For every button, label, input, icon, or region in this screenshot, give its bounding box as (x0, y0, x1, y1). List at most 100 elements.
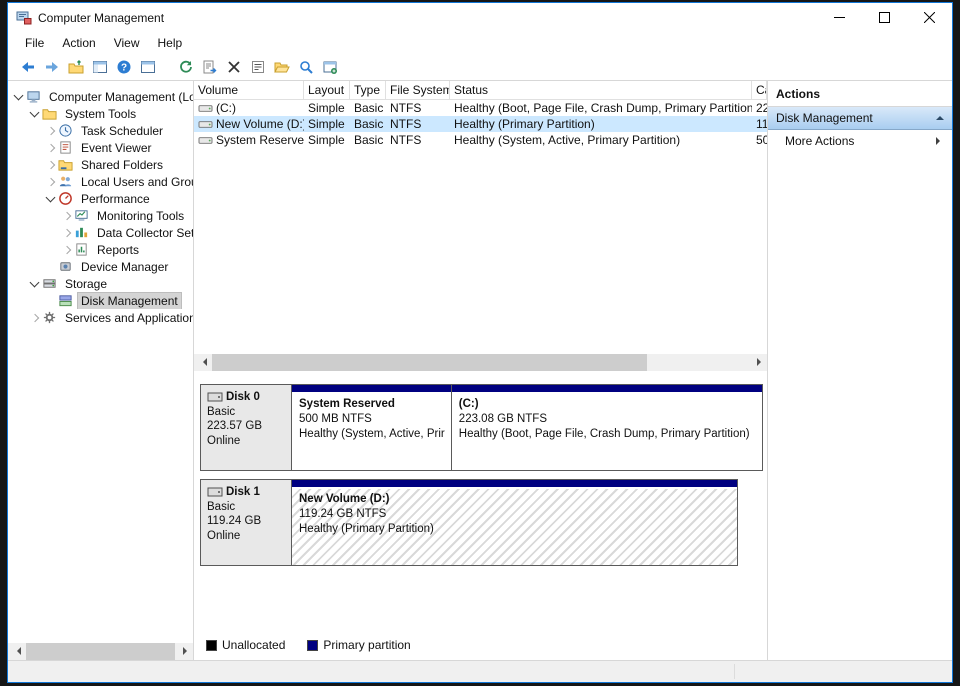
partition-block[interactable]: (C:) 223.08 GB NTFS Healthy (Boot, Page … (451, 385, 762, 470)
volume-cell: Healthy (System, Active, Primary Partiti… (454, 133, 681, 147)
expand-chevron-icon[interactable] (44, 157, 58, 173)
help-icon[interactable]: ? (112, 55, 136, 79)
expand-chevron-icon[interactable] (44, 123, 58, 139)
volume-row[interactable]: New Volume (D:) Simple Basic NTFS Healthy (P… (194, 116, 767, 132)
delete-icon[interactable] (222, 55, 246, 79)
tree-item[interactable]: Computer Management (Local (8, 88, 193, 105)
actions-pane: Actions Disk Management More Actions (768, 81, 952, 660)
tree-item[interactable]: Performance (8, 190, 193, 207)
back-icon[interactable] (16, 55, 40, 79)
scroll-right-icon[interactable] (750, 354, 767, 371)
more-actions-item[interactable]: More Actions (768, 130, 952, 152)
tree-item-label: Shared Folders (81, 157, 164, 172)
expand-chevron-icon[interactable] (28, 106, 42, 122)
volume-list-horizontal-scrollbar[interactable] (194, 354, 767, 371)
volume-drive-icon (198, 118, 213, 131)
expand-chevron-icon[interactable] (44, 191, 58, 207)
volume-row[interactable]: System Reserved Simple Basic NTFS Healthy (S… (194, 132, 767, 148)
tree-item-label: Disk Management (77, 292, 182, 309)
tree-item[interactable]: System Tools (8, 105, 193, 122)
column-header-status[interactable]: Status (450, 81, 752, 99)
scroll-left-icon[interactable] (194, 354, 211, 371)
tree-item-label: Data Collector Sets (97, 225, 193, 240)
expand-chevron-icon[interactable] (60, 208, 74, 224)
collapse-icon[interactable] (936, 112, 944, 120)
column-header-type[interactable]: Type (350, 81, 386, 99)
expand-chevron-icon[interactable] (28, 310, 42, 326)
tree-item[interactable]: Local Users and Groups (8, 173, 193, 190)
tree-item[interactable]: Services and Applications (8, 309, 193, 326)
tree-item[interactable]: Disk Management (8, 292, 193, 309)
tree-item[interactable]: Device Manager (8, 258, 193, 275)
legend-swatch (307, 639, 319, 651)
legend-label: Primary partition (323, 638, 411, 652)
export-list-icon[interactable] (198, 55, 222, 79)
tree-item[interactable]: Shared Folders (8, 156, 193, 173)
column-header-file-system[interactable]: File System (386, 81, 450, 99)
scrollbar-thumb[interactable] (26, 643, 175, 660)
expand-chevron-icon[interactable] (28, 276, 42, 292)
menu-action[interactable]: Action (53, 33, 104, 53)
find-icon[interactable] (294, 55, 318, 79)
refresh-icon[interactable] (174, 55, 198, 79)
menu-file[interactable]: File (16, 33, 53, 53)
partition-block[interactable]: System Reserved 500 MB NTFS Healthy (Sys… (292, 385, 452, 470)
column-header-volume[interactable]: Volume (194, 81, 304, 99)
volume-name-cell: New Volume (D:) (194, 117, 304, 131)
volume-cell: 11 (756, 117, 767, 131)
console-tree-pane: Computer Management (Local System Tools … (8, 81, 194, 660)
show-console-tree-icon[interactable] (88, 55, 112, 79)
open-folder-icon[interactable] (270, 55, 294, 79)
volume-cell: Healthy (Primary Partition) (454, 117, 595, 131)
expand-chevron-icon[interactable] (44, 174, 58, 190)
column-header-layout[interactable]: Layout (304, 81, 350, 99)
properties-icon[interactable] (246, 55, 270, 79)
menu-view[interactable]: View (105, 33, 149, 53)
disk-info-box[interactable]: Disk 1 Basic 119.24 GB Online (200, 479, 292, 566)
actions-disk-management-header[interactable]: Disk Management (768, 107, 952, 130)
window-title: Computer Management (38, 10, 165, 25)
tree-item[interactable]: Task Scheduler (8, 122, 193, 139)
expand-chevron-icon[interactable] (60, 242, 74, 258)
disk-info-box[interactable]: Disk 0 Basic 223.57 GB Online (200, 384, 292, 471)
disk-row: Disk 0 Basic 223.57 GB Online System Res… (200, 384, 763, 471)
volume-row[interactable]: (C:) Simple Basic NTFS Healthy (Boot, Page F… (194, 100, 767, 116)
graphical-view: Disk 0 Basic 223.57 GB Online System Res… (194, 371, 767, 660)
help-topics-icon[interactable] (318, 55, 342, 79)
expand-chevron-icon[interactable] (44, 140, 58, 156)
tree-item[interactable]: Storage (8, 275, 193, 292)
volume-cell: Simple (308, 133, 345, 147)
submenu-arrow-icon (936, 137, 944, 145)
actions-disk-management-label: Disk Management (776, 111, 873, 125)
minimize-button[interactable] (817, 3, 862, 32)
partition-block[interactable]: New Volume (D:) 119.24 GB NTFS Healthy (… (292, 480, 737, 565)
expand-chevron-icon[interactable] (44, 293, 58, 309)
console-window-icon[interactable] (136, 55, 160, 79)
volume-cell: Healthy (Boot, Page File, Crash Dump, Pr… (454, 101, 752, 115)
scroll-left-icon[interactable] (8, 643, 25, 660)
expand-chevron-icon[interactable] (44, 259, 58, 275)
tree-item-label: Storage (65, 276, 108, 291)
tree-item[interactable]: Monitoring Tools (8, 207, 193, 224)
tree-item[interactable]: Reports (8, 241, 193, 258)
collector-icon (74, 225, 90, 240)
expand-chevron-icon[interactable] (12, 89, 26, 105)
partition-color-bar (451, 385, 762, 394)
clock-icon (58, 123, 74, 138)
scroll-right-icon[interactable] (176, 643, 193, 660)
legend-swatch (206, 639, 217, 651)
column-header-ca[interactable]: Ca (752, 81, 767, 99)
partition-area: System Reserved 500 MB NTFS Healthy (Sys… (291, 384, 763, 471)
monitor-icon (74, 208, 90, 223)
menu-help[interactable]: Help (149, 33, 192, 53)
scrollbar-thumb[interactable] (212, 354, 648, 371)
tree-horizontal-scrollbar[interactable] (8, 643, 193, 660)
up-level-icon[interactable] (64, 55, 88, 79)
forward-icon[interactable] (40, 55, 64, 79)
tree-item[interactable]: Event Viewer (8, 139, 193, 156)
tree-item[interactable]: Data Collector Sets (8, 224, 193, 241)
expand-chevron-icon[interactable] (60, 225, 74, 241)
reports-icon (74, 242, 90, 257)
close-button[interactable] (907, 3, 952, 32)
maximize-button[interactable] (862, 3, 907, 32)
